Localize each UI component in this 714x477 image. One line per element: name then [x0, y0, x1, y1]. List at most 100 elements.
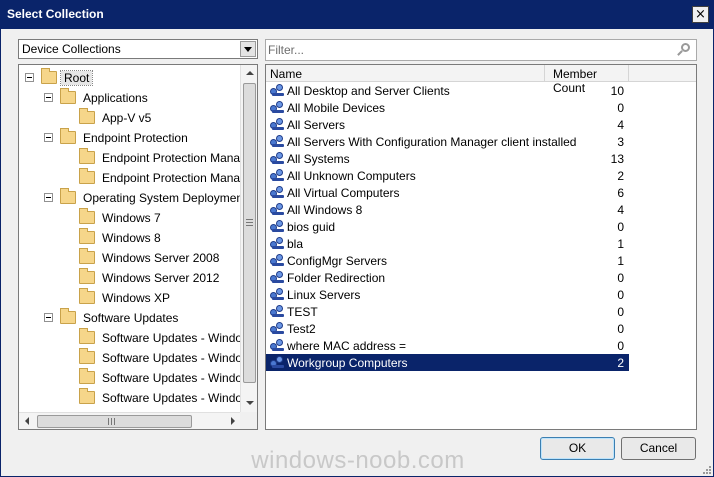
table-row[interactable]: bios guid 0: [266, 218, 629, 235]
table-row[interactable]: All Systems 13: [266, 150, 629, 167]
member-count: 2: [617, 356, 624, 370]
collection-name: All Servers With Configuration Manager c…: [287, 135, 577, 149]
filter-input[interactable]: [268, 42, 668, 58]
collection-icon: [270, 101, 285, 114]
table-row[interactable]: All Servers 4: [266, 116, 629, 133]
member-count: 0: [617, 305, 624, 319]
tree-item-label: Endpoint Protection Manage: [102, 171, 254, 185]
chevron-down-icon[interactable]: [240, 41, 256, 57]
collection-name: All Unknown Computers: [287, 169, 416, 183]
resize-grip-icon[interactable]: [701, 464, 711, 474]
tree-vertical-scroll-thumb[interactable]: [243, 83, 256, 383]
folder-icon: [60, 88, 76, 104]
collection-name: ConfigMgr Servers: [287, 254, 388, 268]
tree-item-label: Windows XP: [102, 291, 171, 305]
table-row[interactable]: Workgroup Computers 2: [266, 354, 629, 371]
tree-item-label: Software Updates: [83, 311, 179, 325]
collection-icon: [270, 356, 285, 369]
collection-icon: [270, 84, 285, 97]
column-header-member-count[interactable]: Member Count: [545, 65, 629, 95]
collection-name: All Servers: [287, 118, 346, 132]
collapse-icon[interactable]: [44, 193, 53, 202]
table-row[interactable]: bla 1: [266, 235, 629, 252]
folder-icon: [79, 208, 95, 224]
collapse-icon[interactable]: [44, 93, 53, 102]
collection-icon: [270, 305, 285, 318]
collection-icon: [270, 169, 285, 182]
search-icon[interactable]: [677, 43, 691, 57]
close-button[interactable]: ×: [692, 6, 709, 23]
collection-type-dropdown[interactable]: Device Collections: [18, 39, 258, 59]
member-count: 0: [617, 271, 624, 285]
column-header-name[interactable]: Name: [266, 65, 545, 82]
scroll-left-icon[interactable]: [20, 414, 35, 429]
member-count: 0: [617, 220, 624, 234]
member-count: 0: [617, 288, 624, 302]
tree-item-label: Endpoint Protection: [83, 131, 188, 145]
folder-icon: [60, 308, 76, 324]
member-count: 0: [617, 101, 624, 115]
collapse-icon[interactable]: [44, 133, 53, 142]
collection-icon: [270, 186, 285, 199]
collection-type-value: Device Collections: [22, 42, 121, 56]
member-count: 1: [617, 237, 624, 251]
collection-name: All Virtual Computers: [287, 186, 400, 200]
member-count: 1: [617, 254, 624, 268]
grip-icon: [108, 418, 115, 425]
collection-name: All Mobile Devices: [287, 101, 386, 115]
select-collection-dialog: Select Collection × Device Collections S…: [0, 0, 714, 477]
folder-icon: [79, 148, 95, 164]
table-row[interactable]: ConfigMgr Servers 1: [266, 252, 629, 269]
table-row[interactable]: All Servers With Configuration Manager c…: [266, 133, 629, 150]
folder-icon: [41, 68, 57, 84]
scroll-up-icon[interactable]: [242, 66, 257, 81]
scroll-down-icon[interactable]: [242, 396, 257, 411]
table-row[interactable]: Linux Servers 0: [266, 286, 629, 303]
table-row[interactable]: All Mobile Devices 0: [266, 99, 629, 116]
member-count: 4: [617, 118, 624, 132]
scroll-right-icon[interactable]: [226, 414, 241, 429]
table-row[interactable]: Folder Redirection 0: [266, 269, 629, 286]
table-row[interactable]: All Virtual Computers 6: [266, 184, 629, 201]
scrollbar-corner: [240, 412, 257, 429]
table-row[interactable]: All Windows 8 4: [266, 201, 629, 218]
tree-vertical-scrollbar[interactable]: [240, 65, 257, 412]
tree-item-label: Root: [59, 70, 94, 86]
collection-name: Test2: [287, 322, 316, 336]
grip-icon: [246, 219, 253, 226]
tree-horizontal-scroll-thumb[interactable]: [37, 415, 192, 428]
collapse-icon[interactable]: [44, 313, 53, 322]
table-row[interactable]: All Desktop and Server Clients 10: [266, 82, 629, 99]
folder-icon: [79, 228, 95, 244]
filter-box: [265, 39, 697, 61]
collection-icon: [270, 339, 285, 352]
collection-icon: [270, 118, 285, 131]
tree-item-label: App-V v5: [102, 111, 152, 125]
collection-icon: [270, 152, 285, 165]
collection-name: All Windows 8: [287, 203, 363, 217]
member-count: 10: [610, 84, 624, 98]
collection-icon: [270, 254, 285, 267]
folder-icon: [79, 268, 95, 284]
member-count: 3: [617, 135, 624, 149]
collection-list: Name Member Count All Desktop and Server…: [265, 64, 697, 430]
folder-icon: [79, 368, 95, 384]
member-count: 13: [610, 152, 624, 166]
tree-item-label: Operating System Deployment: [83, 191, 247, 205]
collapse-icon[interactable]: [25, 73, 34, 82]
table-row[interactable]: All Unknown Computers 2: [266, 167, 629, 184]
collection-name: All Systems: [287, 152, 350, 166]
tree-horizontal-scrollbar[interactable]: [19, 412, 242, 429]
title-bar[interactable]: Select Collection ×: [1, 1, 713, 29]
folder-icon: [79, 388, 95, 404]
tree-item-label: Windows Server 2012: [102, 271, 220, 285]
tree-item-label: Applications: [83, 91, 148, 105]
collection-icon: [270, 288, 285, 301]
member-count: 0: [617, 339, 624, 353]
collection-name: Linux Servers: [287, 288, 361, 302]
folder-icon: [60, 128, 76, 144]
table-row[interactable]: Test2 0: [266, 320, 629, 337]
tree-item-label: Windows 8: [102, 231, 161, 245]
table-row[interactable]: TEST 0: [266, 303, 629, 320]
table-row[interactable]: where MAC address = 0: [266, 337, 629, 354]
